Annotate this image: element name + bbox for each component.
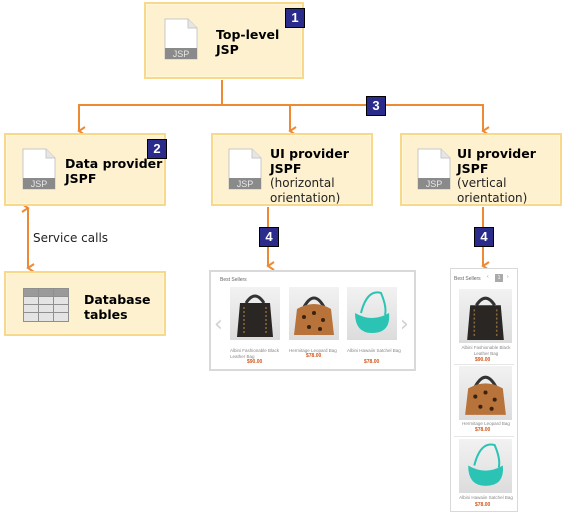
- step-badge-3: 3: [366, 96, 386, 116]
- node-subtitle-line2: orientation): [270, 191, 341, 205]
- best-sellers-horizontal-widget: Best Sellers ‹ › Albini Fashionable Blac…: [209, 270, 416, 371]
- node-title: Top-level: [216, 27, 280, 42]
- database-table-icon: [23, 288, 69, 322]
- best-sellers-vertical-widget: Best Sellers ‹ 1 › Albini Fashionable Bl…: [450, 268, 518, 512]
- product-image[interactable]: [289, 287, 339, 340]
- jsp-file-icon: JSP: [228, 148, 262, 190]
- product-image[interactable]: [347, 287, 397, 340]
- jsp-icon-label: JSP: [31, 179, 48, 189]
- product-name[interactable]: Hermitage Leopard Bag: [457, 421, 515, 427]
- handbag-leopard-icon: [465, 375, 506, 415]
- handbag-black-icon: [237, 294, 273, 337]
- divider: [454, 364, 514, 365]
- product-price: $78.00: [306, 353, 322, 359]
- widget-title: Best Sellers: [454, 276, 481, 282]
- node-subtitle: (horizontal: [270, 176, 335, 190]
- step-badge-1: 1: [285, 8, 305, 28]
- node-subtitle: (vertical: [457, 176, 507, 190]
- node-title-line2: JSP: [216, 42, 239, 57]
- step-badge-4-horizontal: 4: [259, 227, 279, 247]
- jsp-icon-label: JSP: [426, 179, 443, 189]
- node-ui-provider-horizontal: JSP UI provider JSPF (horizontal orienta…: [211, 133, 373, 206]
- jsp-icon-label: JSP: [237, 179, 254, 189]
- handbag-teal-icon: [468, 443, 504, 486]
- pager-page-number[interactable]: 1: [495, 274, 503, 282]
- jsp-file-icon: JSP: [164, 18, 198, 60]
- node-title: Database: [84, 292, 151, 307]
- node-top-level-jsp: JSP Top-level JSP 1: [144, 2, 305, 79]
- handbag-teal-icon: [355, 291, 390, 333]
- pager-prev-icon[interactable]: ‹: [487, 274, 489, 280]
- product-price: $78.00: [364, 359, 380, 365]
- node-data-provider-jspf: JSP Data provider JSPF 2: [4, 133, 167, 206]
- jsp-icon-label: JSP: [173, 49, 190, 59]
- widget-title: Best Sellers: [220, 277, 247, 283]
- product-image[interactable]: [230, 287, 280, 340]
- node-subtitle-line2: orientation): [457, 191, 528, 205]
- product-name[interactable]: Albini Hawaiin Satchel Bag: [347, 348, 401, 354]
- carousel-next-icon[interactable]: ›: [400, 314, 409, 336]
- edge-label-service-calls: Service calls: [33, 231, 109, 245]
- pager-next-icon[interactable]: ›: [507, 274, 509, 280]
- product-image[interactable]: [459, 289, 512, 343]
- product-name[interactable]: Albini Fashionable Black Leather Bag: [457, 345, 515, 356]
- product-price: $90.00: [247, 359, 263, 365]
- node-title-line2: JSPF: [65, 171, 97, 186]
- node-title: UI provider JSPF: [270, 146, 349, 176]
- product-image[interactable]: [459, 439, 512, 493]
- product-price: $78.00: [475, 427, 491, 433]
- product-image[interactable]: [459, 366, 512, 420]
- product-name[interactable]: Albini Fashionable Black Leather Bag: [230, 348, 284, 359]
- node-ui-provider-vertical: JSP UI provider JSPF (vertical orientati…: [400, 133, 562, 206]
- node-title: UI provider JSPF: [457, 146, 536, 176]
- jsp-file-icon: JSP: [22, 148, 56, 190]
- node-database-tables: Database tables: [4, 271, 166, 336]
- product-price: $90.00: [475, 357, 491, 363]
- product-price: $78.00: [475, 502, 491, 508]
- handbag-leopard-icon: [294, 296, 334, 335]
- node-title-line2: tables: [84, 307, 128, 322]
- step-badge-4-vertical: 4: [474, 227, 494, 247]
- divider: [454, 436, 514, 437]
- step-badge-2: 2: [147, 139, 167, 159]
- jsp-file-icon: JSP: [417, 148, 451, 190]
- carousel-prev-icon[interactable]: ‹: [214, 314, 223, 336]
- product-name[interactable]: Albini Hawaiin Satchel Bag: [457, 495, 515, 501]
- handbag-black-icon: [467, 296, 504, 340]
